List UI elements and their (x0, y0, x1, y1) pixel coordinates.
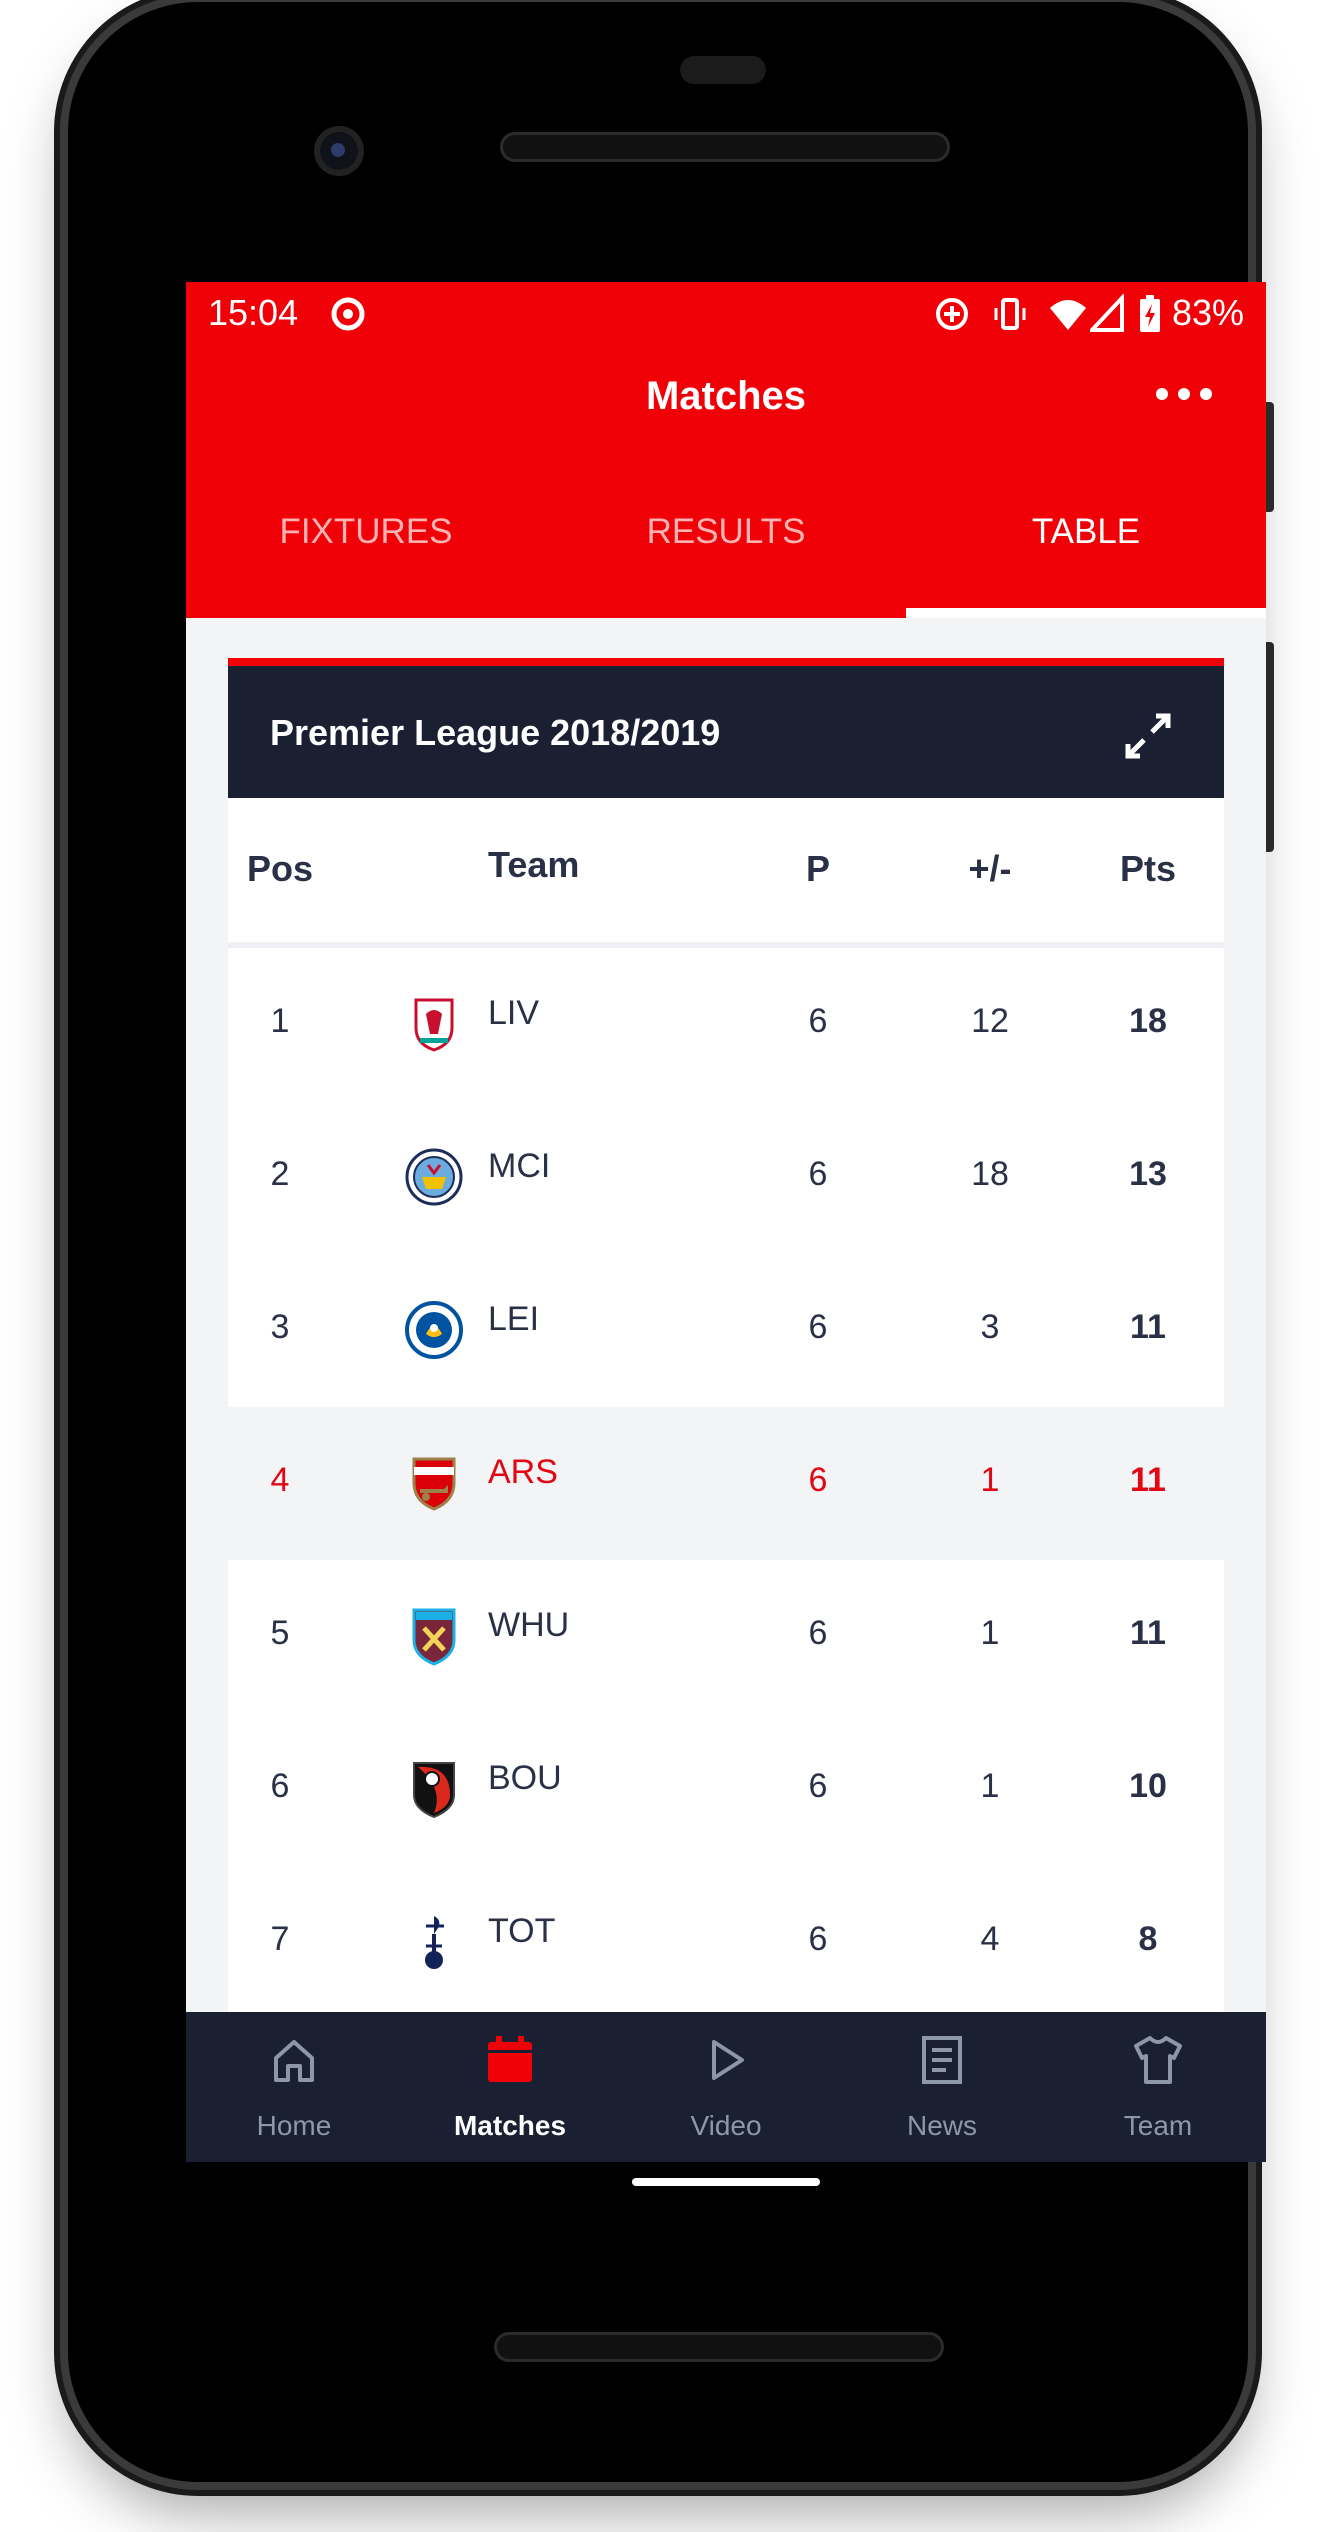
row-goal-diff: 4 (980, 1920, 1000, 1958)
row-played: 6 (808, 1461, 828, 1499)
row-points: 18 (1129, 1002, 1167, 1040)
nav-team-label: Team (1123, 2110, 1193, 2141)
row-points: 8 (1138, 1920, 1158, 1958)
calendar-icon (488, 2036, 532, 2082)
news-icon (922, 2036, 962, 2084)
table-row[interactable]: 5 WHU 6 1 11 (228, 1560, 1224, 1713)
status-bar: 15:04 83% (186, 282, 1266, 346)
home-icon (274, 2040, 314, 2082)
row-team: MCI (488, 1147, 551, 1185)
man-city-crest-icon (404, 1147, 464, 1207)
header-pos: Pos (246, 848, 314, 889)
nav-news[interactable]: News (834, 2012, 1050, 2162)
more-horizontal-icon[interactable] (1156, 388, 1212, 400)
row-goal-diff: 1 (980, 1461, 1000, 1499)
row-pos: 6 (270, 1767, 290, 1805)
page-title: Matches (645, 374, 807, 418)
app-bar: Matches (186, 346, 1266, 446)
header-p: P (805, 848, 830, 889)
header-team: Team (488, 844, 580, 885)
bottom-speaker (494, 2332, 944, 2362)
screen: 15:04 83% Matches FIXTURES RESULTS TABLE… (186, 282, 1266, 2162)
row-pos: 7 (270, 1920, 290, 1958)
table-row[interactable]: 1 LIV 6 12 18 (228, 948, 1224, 1101)
add-circle-icon (932, 294, 972, 339)
west-ham-crest-icon (404, 1606, 464, 1666)
row-team: LIV (488, 994, 540, 1032)
bournemouth-crest-icon (404, 1759, 464, 1819)
phone-frame: 15:04 83% Matches FIXTURES RESULTS TABLE… (68, 2, 1274, 2482)
shirt-icon (1134, 2036, 1182, 2084)
front-camera (314, 126, 364, 176)
row-played: 6 (808, 1614, 828, 1652)
row-team: WHU (488, 1606, 570, 1644)
bottom-nav: Home Matches Video News Team (186, 2012, 1266, 2162)
row-points: 11 (1130, 1461, 1166, 1499)
top-slot (680, 56, 766, 84)
row-points: 11 (1130, 1614, 1166, 1652)
status-time: 15:04 (208, 292, 299, 333)
nav-home-label: Home (256, 2110, 332, 2141)
battery-percent: 83% (1171, 292, 1244, 333)
row-played: 6 (808, 1155, 828, 1193)
row-team: ARS (488, 1453, 558, 1491)
row-team: LEI (488, 1300, 540, 1338)
league-header: Premier League 2018/2019 (228, 658, 1224, 798)
play-icon (712, 2040, 744, 2080)
nav-home[interactable]: Home (186, 2012, 402, 2162)
wifi-icon (1048, 294, 1088, 339)
arsenal-crest-icon (404, 1453, 464, 1513)
row-played: 6 (808, 1920, 828, 1958)
row-played: 6 (808, 1308, 828, 1346)
tab-results[interactable]: RESULTS (546, 446, 906, 618)
nav-matches-label: Matches (453, 2110, 567, 2141)
row-points: 11 (1130, 1308, 1166, 1346)
leicester-crest-icon (404, 1300, 464, 1360)
row-played: 6 (808, 1002, 828, 1040)
row-pos: 1 (270, 1002, 290, 1040)
league-title: Premier League 2018/2019 (270, 712, 721, 753)
league-table-card: Premier League 2018/2019 Pos Team P +/- … (228, 658, 1224, 2019)
nav-team[interactable]: Team (1050, 2012, 1266, 2162)
row-goal-diff: 3 (980, 1308, 1000, 1346)
row-pos: 4 (270, 1461, 290, 1499)
tab-fixtures[interactable]: FIXTURES (186, 446, 546, 618)
top-speaker (500, 132, 950, 162)
nav-news-label: News (906, 2110, 977, 2141)
row-pos: 2 (270, 1155, 290, 1193)
data-saver-icon (328, 294, 368, 339)
row-points: 10 (1129, 1767, 1167, 1805)
row-played: 6 (808, 1767, 828, 1805)
row-goal-diff: 1 (980, 1614, 1000, 1652)
table-header: Pos Team P +/- Pts (228, 798, 1224, 948)
row-goal-diff: 18 (971, 1155, 1009, 1193)
nav-video-label: Video (690, 2110, 762, 2141)
vibrate-icon (990, 294, 1030, 339)
row-points: 13 (1129, 1155, 1167, 1193)
nav-video[interactable]: Video (618, 2012, 834, 2162)
row-team: TOT (488, 1912, 556, 1950)
table-row[interactable]: 6 BOU 6 1 10 (228, 1713, 1224, 1866)
row-pos: 3 (270, 1308, 290, 1346)
signal-icon (1087, 292, 1126, 339)
row-goal-diff: 12 (971, 1002, 1009, 1040)
header-pts: Pts (1119, 848, 1177, 889)
row-goal-diff: 1 (980, 1767, 1000, 1805)
row-team: BOU (488, 1759, 562, 1797)
nav-matches[interactable]: Matches (402, 2012, 618, 2162)
table-row[interactable]: 3 LEI 6 3 11 (228, 1254, 1224, 1407)
tottenham-crest-icon (404, 1912, 464, 1972)
expand-icon[interactable] (1118, 706, 1178, 771)
tab-bar: FIXTURES RESULTS TABLE (186, 446, 1266, 618)
liverpool-crest-icon (404, 994, 464, 1054)
battery-charging-icon (1138, 294, 1162, 339)
table-row[interactable]: 2 MCI 6 18 13 (228, 1101, 1224, 1254)
header-goal-diff: +/- (968, 848, 1012, 889)
table-row-highlighted[interactable]: 4 ARS 6 1 11 (228, 1407, 1224, 1560)
row-pos: 5 (270, 1614, 290, 1652)
tab-table[interactable]: TABLE (906, 446, 1266, 618)
gesture-home-indicator[interactable] (632, 2178, 820, 2186)
table-row[interactable]: 7 TOT 6 4 8 (228, 1866, 1224, 2019)
